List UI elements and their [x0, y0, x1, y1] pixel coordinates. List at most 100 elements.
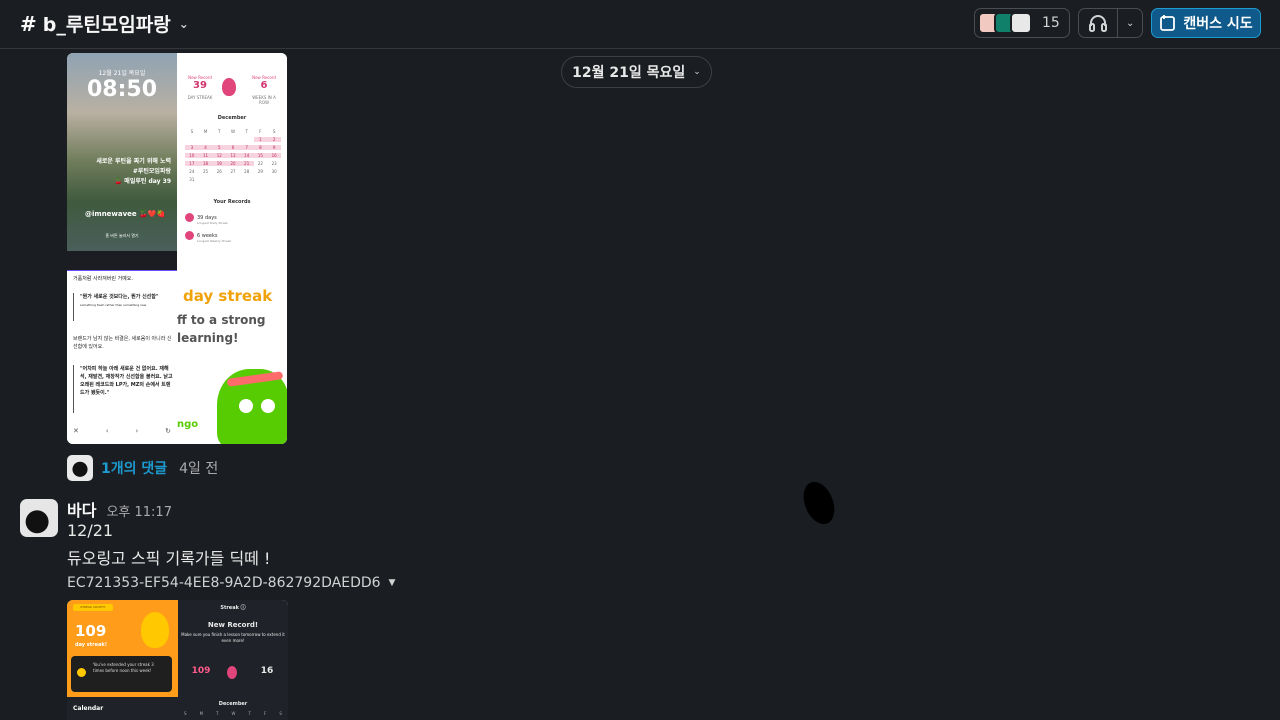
calendar-day: 24: [189, 169, 195, 174]
streak-label: day streak!: [75, 642, 108, 648]
calendar-grid: S M T W T F S 1 2 3 4 5 6 7 8 9 10 11 12 13 14 15 16 17 18 19 20 21…: [185, 129, 281, 182]
duo-text: ff to a strong: [177, 313, 266, 327]
caret-down-icon: ▼: [388, 578, 396, 588]
calendar-day: 2: [267, 137, 281, 142]
image-attachment[interactable]: 12월 21일 목요일 08:50 새로운 루틴을 짜기 위해 노력 #루틴모임…: [67, 53, 287, 444]
article-quote: "뭔가 새로운 것보다는, 뭔가 신선함" something fresh ra…: [73, 293, 173, 321]
weekday-label: S: [279, 711, 282, 716]
calendar-day: 23: [271, 161, 277, 166]
extend-message: You've extended your streak 3 times befo…: [71, 656, 172, 692]
calendar-day: 18: [198, 161, 213, 166]
calendar-day: 14: [239, 153, 254, 158]
lock-date: 12월 21일 목요일: [98, 70, 146, 77]
article-quote: "어차피 하늘 아래 새로운 건 없어요. 재해석, 재발견, 재창작가 신선함…: [73, 365, 173, 413]
calendar-day: 27: [230, 169, 236, 174]
weekday-label: T: [216, 711, 219, 716]
article-panel: 거품처럼 사라져버린 거예요. "뭔가 새로운 것보다는, 뭔가 신선함" so…: [67, 251, 177, 444]
record-value: 39: [193, 80, 207, 91]
calendar-day: [226, 137, 240, 142]
huddle-button[interactable]: [1079, 9, 1119, 37]
calendar-day: [185, 137, 199, 142]
calendar-day: 7: [239, 145, 254, 150]
calendar-day: [240, 137, 254, 142]
extend-text: You've extended your streak 3 times befo…: [93, 662, 154, 673]
calendar-day: 29: [257, 169, 263, 174]
chevron-down-icon: ⌄: [693, 67, 701, 77]
lock-handle: @imnewavee 🍒❤️🍓: [85, 210, 166, 218]
reader-nav: ✕ ‹ › ↻: [73, 427, 171, 435]
message-time[interactable]: 오후 11:17: [106, 501, 172, 520]
calendar-day: 1: [253, 137, 268, 142]
calendar-day: 8: [253, 145, 268, 150]
canvas-icon: [1160, 15, 1176, 31]
lockscreen-panel: 12월 21일 목요일 08:50 새로운 루틴을 짜기 위해 노력 #루틴모임…: [67, 53, 177, 251]
record-value: 6: [260, 80, 268, 91]
lock-home-hint: 홈 버튼 눌러서 열기: [105, 233, 139, 238]
message-text: 듀오링고 스픽 기록가들 딕떼 !: [67, 549, 271, 568]
thread-replies[interactable]: 1개의 댓글 4일 전: [67, 455, 218, 481]
calendar-day: 17: [185, 161, 199, 166]
weekday-label: F: [264, 711, 267, 716]
owl-eye: [261, 399, 275, 413]
image-attachment[interactable]: STREAK SOCIETY 109 day streak! You've ex…: [67, 600, 288, 720]
calendar-day: M: [203, 129, 208, 134]
lock-message-line: 🍒 매일루틴 day 39: [114, 178, 171, 185]
hash-icon: #: [20, 11, 37, 36]
record-value: 109: [191, 666, 211, 676]
date-label: 12월 21일 목요일: [572, 65, 686, 81]
file-name-toggle[interactable]: EC721353-EF54-4EE8-9A2D-862792DAEDD6 ▼: [67, 575, 395, 591]
canvas-button[interactable]: 캔버스 시도: [1151, 8, 1261, 38]
channel-name: b_루틴모임파랑: [42, 14, 171, 36]
record-text: 6 weeks: [197, 232, 218, 239]
message-header: 바다 오후 11:17: [67, 497, 172, 521]
calendar-day: 10: [185, 153, 199, 158]
calendar-day: 4: [198, 145, 213, 150]
quote-text: "뭔가 새로운 것보다는, 뭔가 신선함": [80, 294, 159, 300]
flame-icon: [222, 78, 236, 96]
refresh-icon: ↻: [165, 427, 171, 435]
record-sub: Longest Daily Streak: [197, 221, 229, 225]
lock-message-line: 새로운 루틴을 짜기 위해 노력: [96, 158, 171, 165]
sender-name[interactable]: 바다: [67, 497, 96, 521]
new-record-panel: Streak ⓘ New Record! Make sure you finis…: [178, 600, 288, 720]
streak-society-panel: STREAK SOCIETY 109 day streak! You've ex…: [67, 600, 178, 697]
quote-sub: something fresh rather than something ne…: [80, 303, 147, 307]
calendar-day: 26: [216, 169, 222, 174]
calendar-day: S: [190, 129, 194, 134]
calendar-day: 21: [239, 161, 254, 166]
calendar-day: T: [218, 129, 221, 134]
date-divider-button[interactable]: 12월 21일 목요일 ⌄: [561, 56, 712, 88]
lock-message: 새로운 루틴을 짜기 위해 노력 #루틴모임파랑 🍒 매일루틴 day 39: [96, 157, 171, 187]
canvas-label: 캔버스 시도: [1183, 16, 1253, 32]
streak-value: 109: [75, 622, 107, 640]
members-button[interactable]: 15: [974, 8, 1070, 38]
lock-time: 08:50: [86, 77, 158, 102]
calendar-day: T: [245, 129, 248, 134]
chevron-down-icon: ⌄: [178, 16, 189, 31]
avatar[interactable]: [20, 499, 58, 537]
records-heading: Your Records: [213, 199, 251, 205]
calendar-month: December: [217, 115, 247, 121]
weekday-row: SMTWTFS: [184, 711, 282, 716]
streak-tag: STREAK SOCIETY: [73, 604, 113, 611]
channel-header: # b_루틴모임파랑 ⌄ 15 ⌄ 캔버스 시도: [0, 0, 1280, 49]
weekday-label: S: [184, 711, 187, 716]
calendar-day: 30: [271, 169, 277, 174]
huddle-control: ⌄: [1078, 8, 1143, 38]
channel-title-button[interactable]: # b_루틴모임파랑 ⌄: [20, 10, 189, 37]
streak-title: Streak ⓘ: [220, 605, 246, 611]
avatar: [67, 455, 93, 481]
article-text: 브랜드가 남지 않는 비결은, 새로움이 아니라 신선함에 있어요.: [73, 336, 172, 350]
duolingo-panel: day streak ff to a strong learning! ngo: [177, 251, 287, 444]
flame-icon: [185, 213, 194, 222]
calendar-day: 19: [212, 161, 227, 166]
back-icon: ‹: [105, 427, 109, 435]
calendar-day: [212, 137, 226, 142]
huddle-options-chevron-icon[interactable]: ⌄: [1118, 18, 1142, 29]
calendar-day: F: [259, 129, 262, 134]
calendar-day: 16: [267, 153, 281, 158]
calendar-day: 11: [198, 153, 213, 158]
calendar-heading: Calendar: [67, 697, 178, 720]
reply-count-link[interactable]: 1개의 댓글: [101, 458, 167, 478]
calendar-day: 15: [253, 153, 268, 158]
